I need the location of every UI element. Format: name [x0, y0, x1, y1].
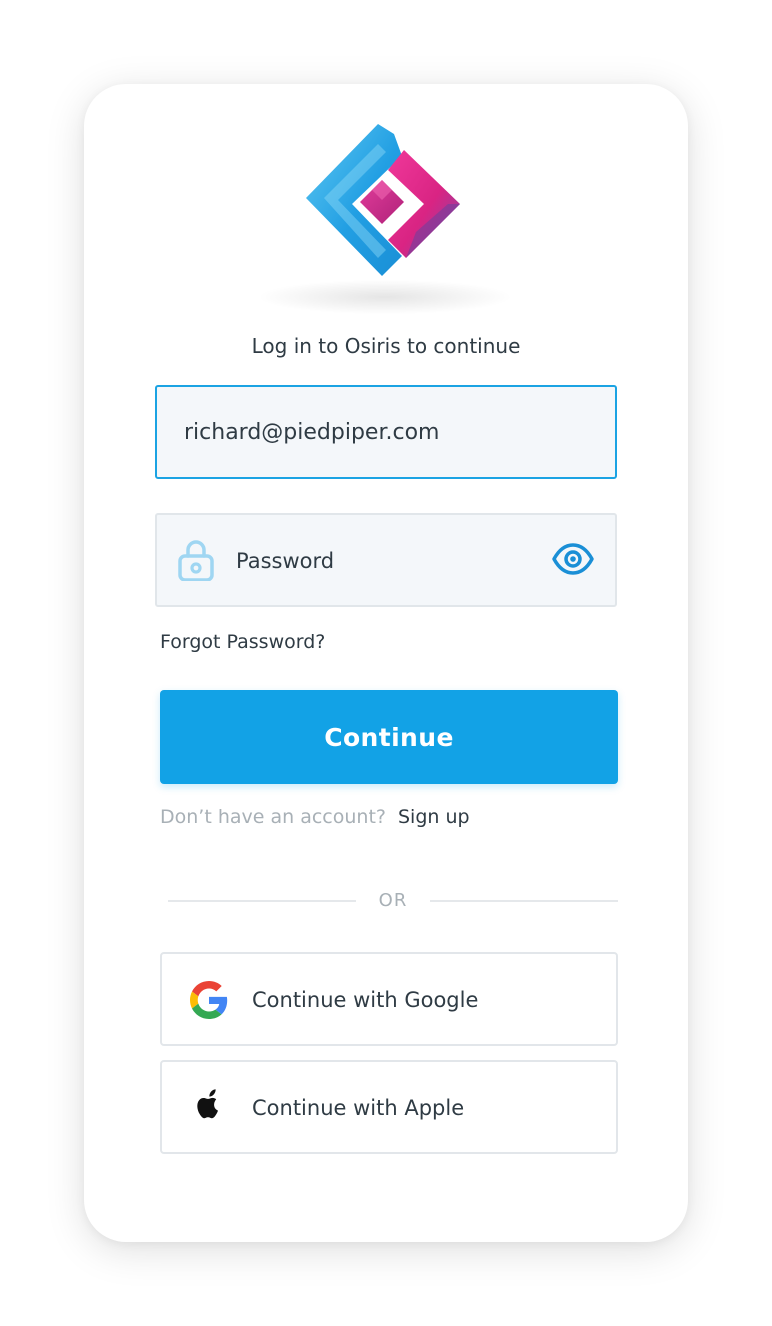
- password-field[interactable]: [155, 513, 617, 607]
- signup-link[interactable]: Sign up: [398, 806, 470, 828]
- no-account-text: Don’t have an account?: [160, 806, 386, 828]
- google-button-label: Continue with Google: [252, 988, 479, 1012]
- page-title: Log in to Osiris to continue: [251, 334, 521, 358]
- continue-with-apple-button[interactable]: Continue with Apple: [160, 1060, 618, 1154]
- signup-row: Don’t have an account? Sign up: [160, 802, 618, 832]
- login-card: Log in to Osiris to continue Forgot Pass…: [84, 84, 688, 1242]
- eye-icon[interactable]: [551, 541, 595, 577]
- logo-shadow: [260, 280, 510, 314]
- lock-icon: [177, 539, 215, 582]
- email-field[interactable]: [155, 385, 617, 479]
- or-label: OR: [378, 890, 408, 911]
- osiris-logo-icon: [306, 124, 460, 276]
- google-icon: [190, 981, 228, 1019]
- apple-icon: [190, 1089, 228, 1127]
- app-logo: [306, 122, 466, 282]
- divider-right: [430, 900, 618, 902]
- continue-button[interactable]: Continue: [160, 690, 618, 784]
- email-input[interactable]: [184, 415, 584, 449]
- continue-with-google-button[interactable]: Continue with Google: [160, 952, 618, 1046]
- password-input[interactable]: [236, 544, 526, 578]
- divider-left: [168, 900, 356, 902]
- forgot-password-link[interactable]: Forgot Password?: [160, 628, 325, 656]
- apple-button-label: Continue with Apple: [252, 1096, 465, 1120]
